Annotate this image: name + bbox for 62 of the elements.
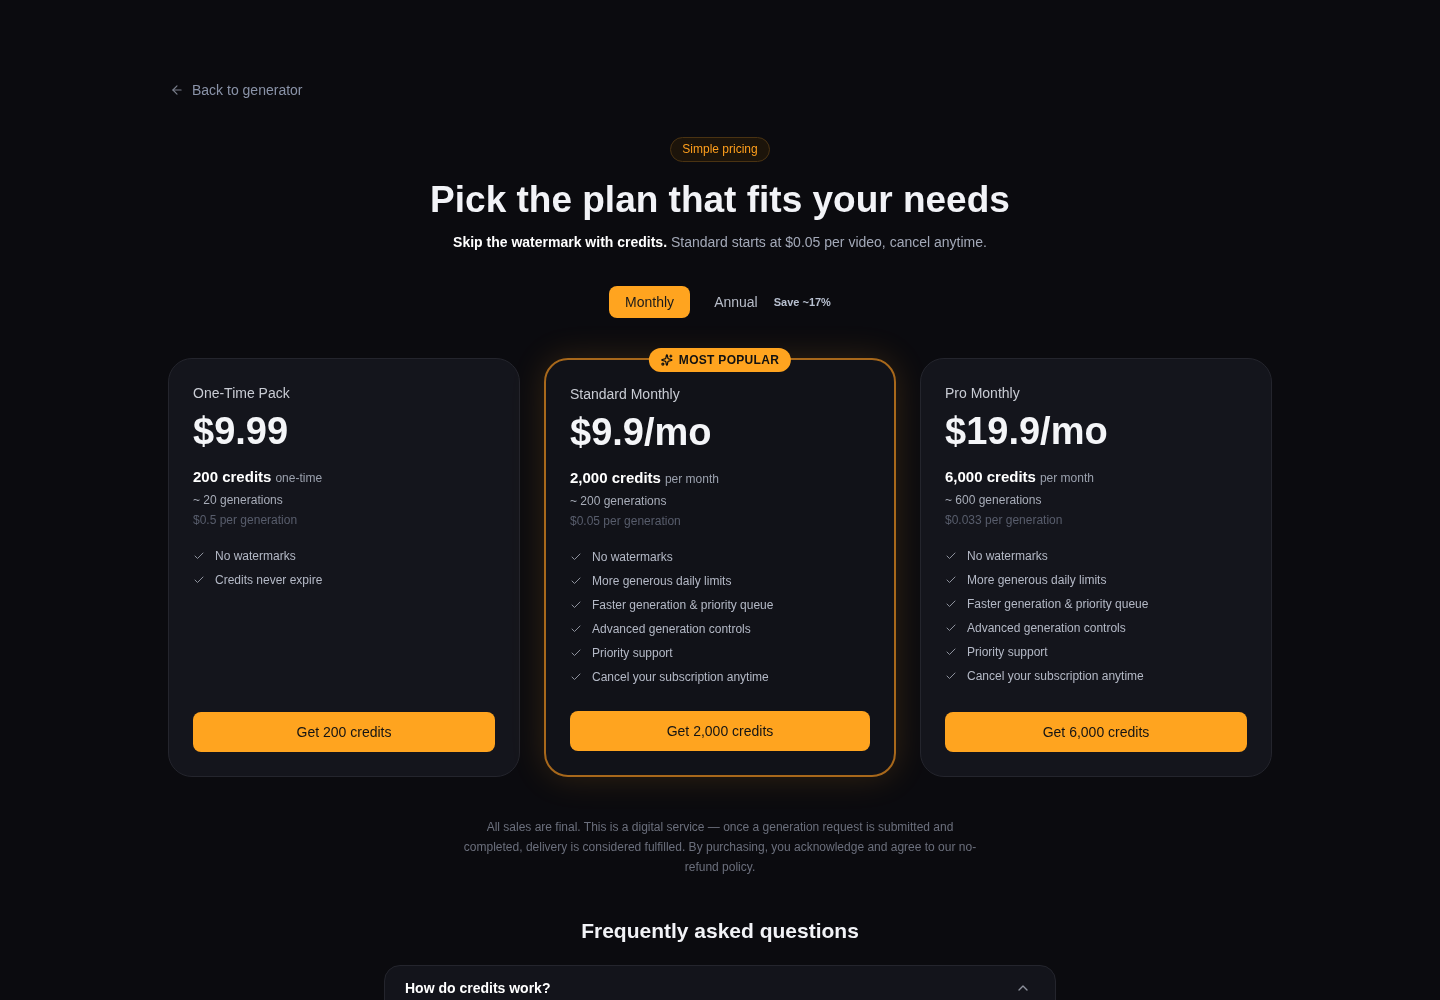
back-link[interactable]: Back to generator (168, 80, 303, 100)
feature-text: No watermarks (967, 548, 1048, 565)
page-subtitle: Skip the watermark with credits. Standard starts at $0.05 per video, cancel anytime. (453, 233, 987, 252)
check-icon (945, 670, 957, 682)
check-icon (570, 599, 582, 611)
sparkles-icon (660, 354, 673, 366)
credits-period: per month (1039, 470, 1094, 487)
per-generation-price: $0.033 per generation (945, 512, 1064, 529)
check-icon (945, 574, 957, 586)
check-icon (570, 551, 582, 563)
arrow-left-icon (170, 83, 184, 97)
get-credits-button[interactable]: Get 6,000 credits (945, 712, 1247, 752)
faq-title: Frequently asked questions (580, 918, 860, 944)
feature-text: Priority support (592, 645, 673, 662)
check-icon (945, 598, 957, 610)
feature-text: Advanced generation controls (592, 621, 751, 638)
check-icon (945, 646, 957, 658)
plan-name: Pro Monthly (945, 384, 1021, 403)
check-icon (570, 623, 582, 635)
feature-text: Advanced generation controls (967, 620, 1126, 637)
feature-text: Credits never expire (215, 572, 323, 589)
get-credits-button[interactable]: Get 2,000 credits (570, 711, 870, 751)
credits-amount: 6,000 credits (945, 467, 1036, 487)
plan-price: $19.9/mo (945, 411, 1109, 451)
feature-text: Priority support (967, 644, 1048, 661)
get-credits-button[interactable]: Get 200 credits (193, 712, 495, 752)
check-icon (570, 647, 582, 659)
billing-tab[interactable]: Annual (698, 286, 774, 318)
credits-period: per month (664, 471, 719, 488)
credits-amount: 2,000 credits (570, 468, 661, 488)
discount-label: Save ~17% (773, 294, 831, 310)
credits-amount: 200 credits (193, 467, 272, 487)
check-icon (945, 622, 957, 634)
generations-estimate: ~ 200 generations (570, 493, 668, 510)
page-title: Pick the plan that fits your needs (430, 178, 1010, 222)
check-icon (945, 550, 957, 562)
feature-text: More generous daily limits (967, 572, 1107, 589)
plan-name: One-Time Pack (193, 384, 291, 403)
feature-text: Cancel your subscription anytime (967, 668, 1144, 685)
section-badge: Simple pricing (670, 137, 770, 162)
credits-period: one-time (275, 470, 323, 487)
check-icon (570, 671, 582, 683)
plan-price: $9.99 (193, 411, 290, 451)
badge-label: MOST POPULAR (678, 352, 780, 369)
generations-estimate: ~ 20 generations (193, 492, 284, 509)
faq-item[interactable]: How do credits work? (384, 965, 1056, 1000)
feature-text: No watermarks (215, 548, 296, 565)
plan-name: Standard Monthly (570, 385, 681, 404)
feature-text: No watermarks (592, 549, 673, 566)
per-generation-price: $0.5 per generation (193, 512, 299, 529)
feature-text: Cancel your subscription anytime (592, 669, 769, 686)
generations-estimate: ~ 600 generations (945, 492, 1043, 509)
check-icon (193, 574, 205, 586)
feature-text: Faster generation & priority queue (967, 596, 1149, 613)
feature-text: More generous daily limits (592, 573, 732, 590)
feature-text: Faster generation & priority queue (592, 597, 774, 614)
plan-price: $9.9/mo (570, 412, 713, 452)
billing-tab[interactable]: Monthly (609, 286, 691, 318)
refund-disclaimer: All sales are final. This is a digital service — once a generation request is submitted and completed, delivery is considered fulfilled. By purchasing, you acknowledge and agree to our no-refund policy. (462, 819, 978, 876)
check-icon (193, 550, 205, 562)
check-icon (570, 575, 582, 587)
per-generation-price: $0.05 per generation (570, 513, 682, 530)
